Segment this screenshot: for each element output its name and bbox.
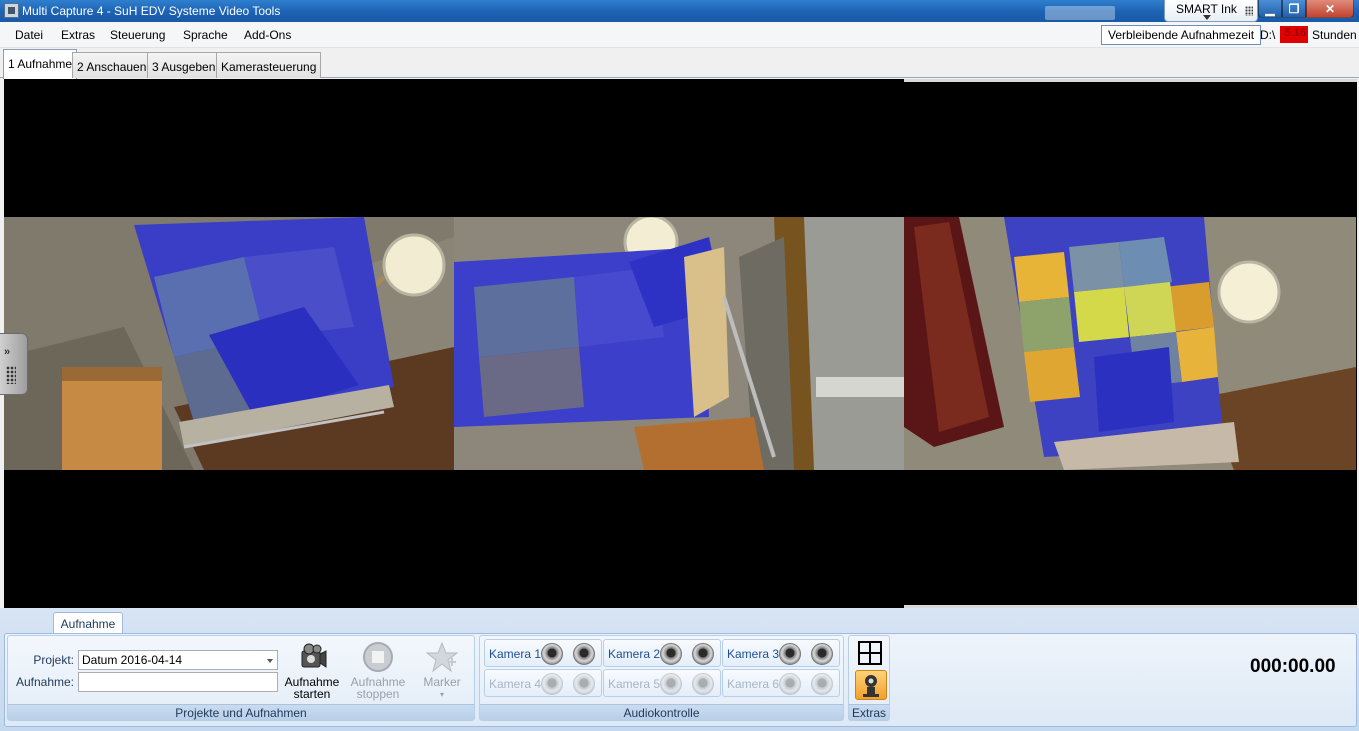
remaining-hours-value: 5.16 [1280,26,1308,43]
main-tabs: 1 Aufnahme 2 Anschauen 3 Ausgeben Kamera… [0,48,1359,79]
speaker-icon[interactable] [660,673,682,695]
speaker-icon[interactable] [541,643,563,665]
project-select-value: Datum 2016-04-14 [82,653,183,667]
speaker-icon[interactable] [779,643,801,665]
star-marker-icon [425,641,459,673]
recording-name-input[interactable] [78,672,278,692]
title-bar: Multi Capture 4 - SuH EDV Systeme Video … [0,0,1359,22]
camera-1-audio[interactable]: Kamera 1 [484,639,602,667]
maximize-icon: ❐ [1288,2,1300,16]
grid-layout-icon [858,641,882,665]
speaker-icon[interactable] [779,673,801,695]
speaker-icon[interactable] [692,643,714,665]
tab-kamerasteuerung[interactable]: Kamerasteuerung [216,52,322,78]
speaker-icon[interactable] [573,673,595,695]
project-select[interactable]: Datum 2016-04-14 [78,650,278,670]
camera-4-audio[interactable]: Kamera 4 [484,669,602,697]
camera-5-audio[interactable]: Kamera 5 [603,669,721,697]
camera-3-preview[interactable] [904,217,1356,470]
stop-icon [362,641,394,673]
marker-label: Marker [423,675,461,689]
projects-and-recordings-group: Projekt: Datum 2016-04-14 Aufnahme: Aufn… [7,635,475,721]
maximize-button[interactable]: ❐ [1282,0,1306,18]
background-window-ghost [1045,6,1115,20]
stop-recording-button[interactable]: Aufnahme stoppen [348,639,408,703]
marker-button[interactable]: Marker ▾ [412,639,472,703]
menu-steuerung[interactable]: Steuerung [110,28,165,42]
video-preview-area[interactable] [4,79,1357,608]
camera-2-label: Kamera 2 [608,647,661,661]
close-button[interactable]: ✕ [1306,0,1354,18]
extras-group-caption: Extras [849,704,889,720]
speaker-icon[interactable] [692,673,714,695]
camera-1-label: Kamera 1 [489,647,542,661]
camera-6-audio[interactable]: Kamera 6 [722,669,840,697]
minimize-icon: ▁ [1265,2,1275,16]
camera-1-preview[interactable] [4,217,454,470]
camera-5-label: Kamera 5 [608,677,661,691]
speaker-icon[interactable] [573,643,595,665]
camera-3-label: Kamera 3 [727,647,780,661]
start-recording-button[interactable]: Aufnahme starten [282,639,342,703]
ribbon-body: Projekt: Datum 2016-04-14 Aufnahme: Aufn… [4,633,1357,727]
camera-4-label: Kamera 4 [489,677,542,691]
window-title: Multi Capture 4 - SuH EDV Systeme Video … [22,4,281,18]
stop-recording-label-2: stoppen [356,687,400,701]
grid-layout-button[interactable] [857,640,883,666]
close-icon: ✕ [1324,2,1336,16]
grip-icon[interactable] [1245,6,1253,16]
side-panel-handle[interactable]: » [0,333,28,395]
audio-control-group: Kamera 1 Kamera 2 Kamera 3 Kamera 4 Kame [479,635,844,721]
projects-group-caption: Projekte und Aufnahmen [8,704,474,720]
menu-extras[interactable]: Extras [61,28,95,42]
smart-ink-label: SMART Ink [1176,2,1237,16]
menu-sprache[interactable]: Sprache [183,28,228,42]
app-icon[interactable] [4,3,19,18]
hours-unit-label: Stunden [1312,28,1357,42]
tab-aufnahme[interactable]: 1 Aufnahme [3,49,78,79]
camera-2-preview[interactable] [454,217,904,470]
recording-timer: 000:00.00 [1250,656,1336,677]
drive-label: D:\ [1260,28,1276,42]
extras-group: Extras [848,635,890,721]
smart-ink-toolbar[interactable]: SMART Ink [1164,0,1258,22]
remaining-recording-time-label: Verbleibende Aufnahmezeit [1101,25,1262,45]
keypad-icon [6,366,16,384]
audio-group-caption: Audiokontrolle [480,704,843,720]
preview-border-top [904,79,1357,82]
speaker-icon[interactable] [811,673,833,695]
expand-chevron-icon[interactable]: » [4,346,10,358]
menu-add-ons[interactable]: Add-Ons [244,28,291,42]
camcorder-icon [296,641,328,673]
camera-3-audio[interactable]: Kamera 3 [722,639,840,667]
tab-anschauen[interactable]: 2 Anschauen [72,52,152,78]
speaker-icon[interactable] [660,643,682,665]
menu-datei[interactable]: Datei [15,28,43,42]
ribbon: Aufnahme Projekt: Datum 2016-04-14 Aufna… [0,608,1359,731]
minimize-button[interactable]: ▁ [1258,0,1282,18]
webcam-icon [863,675,879,697]
tab-ausgeben[interactable]: 3 Ausgeben [147,52,221,78]
marker-dropdown-icon[interactable]: ▾ [412,689,472,701]
camera-6-label: Kamera 6 [727,677,780,691]
speaker-icon[interactable] [811,643,833,665]
start-recording-label-2: starten [293,687,331,701]
project-label: Projekt: [33,653,74,667]
webcam-button[interactable] [855,670,887,700]
recording-label: Aufnahme: [15,675,74,689]
speaker-icon[interactable] [541,673,563,695]
chevron-down-icon[interactable] [267,659,273,663]
camera-2-audio[interactable]: Kamera 2 [603,639,721,667]
ribbon-tab-aufnahme[interactable]: Aufnahme [53,612,123,634]
smart-ink-dropdown-icon[interactable] [1203,15,1211,20]
